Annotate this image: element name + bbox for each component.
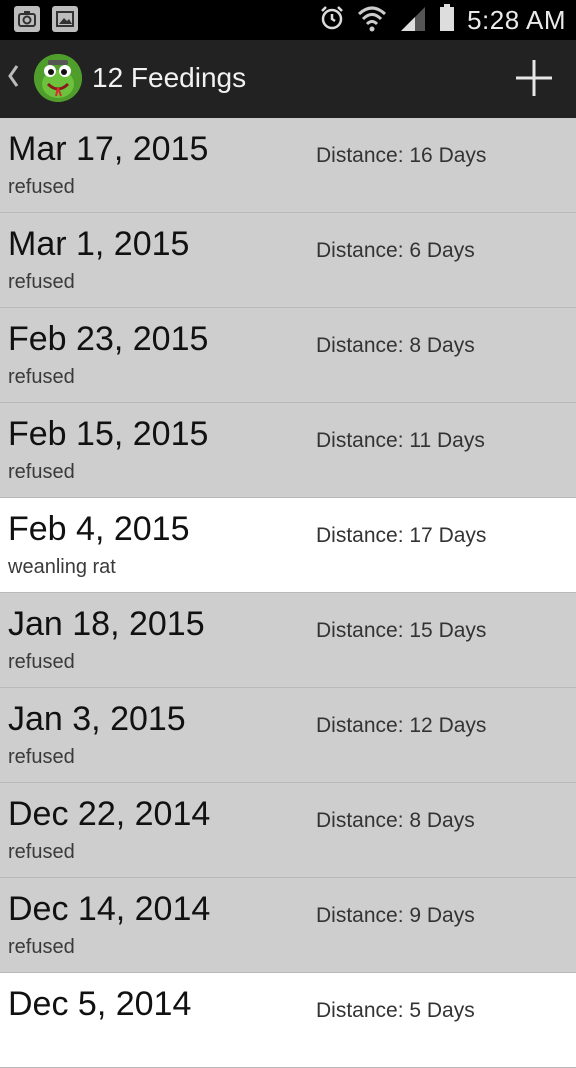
feeding-distance: Distance: 15 Days [316,619,487,642]
alarm-icon [319,5,345,36]
screenshot-icon [14,6,40,32]
list-item[interactable]: Mar 1, 2015 refused Distance: 6 Days [0,213,576,308]
feeding-date: Dec 5, 2014 [8,985,192,1023]
gallery-icon [52,6,78,32]
list-item[interactable]: Jan 3, 2015 refused Distance: 12 Days [0,688,576,783]
list-item[interactable]: Mar 17, 2015 refused Distance: 16 Days [0,118,576,213]
feeding-date: Feb 15, 2015 [8,415,209,453]
feeding-note: refused [8,366,75,388]
feeding-distance: Distance: 16 Days [316,144,487,167]
feeding-note: refused [8,651,75,673]
action-bar: 12 Feedings [0,40,576,118]
feeding-note: weanling rat [8,556,116,578]
add-button[interactable] [512,56,556,100]
feeding-distance: Distance: 8 Days [316,809,475,832]
battery-icon [439,4,455,37]
wifi-icon [357,4,387,37]
feeding-list: Mar 17, 2015 refused Distance: 16 Days M… [0,118,576,1068]
feeding-date: Dec 14, 2014 [8,890,211,928]
status-time: 5:28 AM [467,5,566,35]
feeding-note: refused [8,936,75,958]
avatar[interactable] [34,54,82,102]
list-item[interactable]: Feb 4, 2015 weanling rat Distance: 17 Da… [0,498,576,593]
feeding-date: Feb 4, 2015 [8,510,190,548]
signal-icon [399,5,427,36]
feeding-note: refused [8,746,75,768]
feeding-distance: Distance: 5 Days [316,999,475,1022]
feeding-date: Jan 18, 2015 [8,605,205,643]
feeding-date: Mar 1, 2015 [8,225,190,263]
feeding-date: Jan 3, 2015 [8,700,186,738]
list-item[interactable]: Dec 14, 2014 refused Distance: 9 Days [0,878,576,973]
feeding-note: refused [8,461,75,483]
feeding-note: refused [8,271,75,293]
feeding-distance: Distance: 12 Days [316,714,487,737]
feeding-note: refused [8,841,75,863]
back-chevron-icon[interactable] [6,62,20,95]
add-icon [512,60,556,104]
feeding-date: Dec 22, 2014 [8,795,211,833]
feeding-distance: Distance: 17 Days [316,524,487,547]
feeding-distance: Distance: 9 Days [316,904,475,927]
feeding-date: Mar 17, 2015 [8,130,209,168]
list-item[interactable]: Dec 5, 2014 Distance: 5 Days [0,973,576,1068]
list-item[interactable]: Jan 18, 2015 refused Distance: 15 Days [0,593,576,688]
feeding-note: refused [8,176,75,198]
feeding-distance: Distance: 6 Days [316,239,475,262]
feeding-date: Feb 23, 2015 [8,320,209,358]
list-item[interactable]: Dec 22, 2014 refused Distance: 8 Days [0,783,576,878]
feeding-distance: Distance: 11 Days [316,429,485,452]
feeding-distance: Distance: 8 Days [316,334,475,357]
status-bar: 5:28 AM [0,0,576,40]
list-item[interactable]: Feb 23, 2015 refused Distance: 8 Days [0,308,576,403]
page-title: 12 Feedings [92,62,247,93]
list-item[interactable]: Feb 15, 2015 refused Distance: 11 Days [0,403,576,498]
